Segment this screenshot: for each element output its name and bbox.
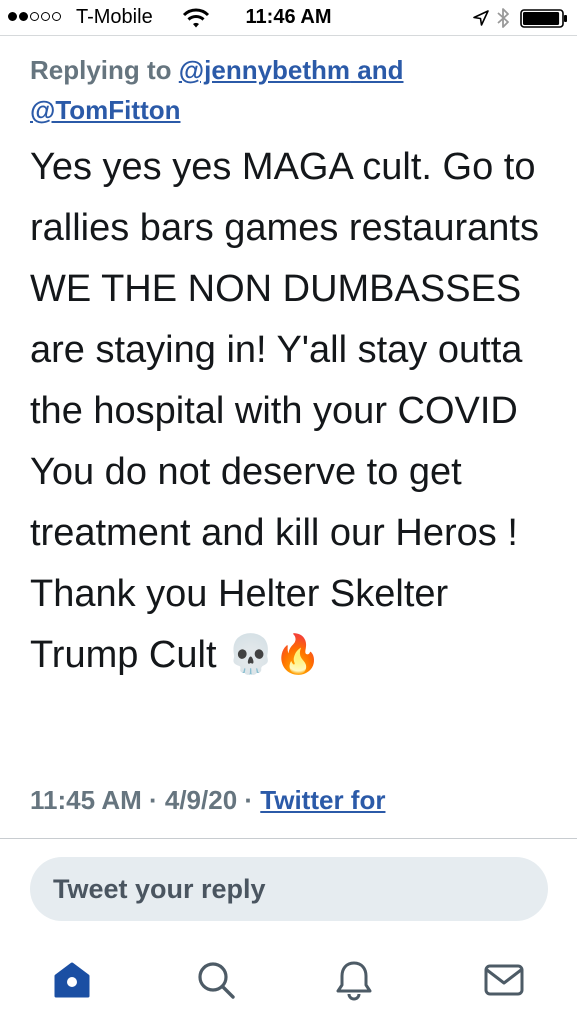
search-icon: [198, 962, 235, 999]
location-icon: [473, 10, 489, 26]
tweet-reply-input[interactable]: [30, 857, 548, 921]
tweet-text: Yes yes yes MAGA cult. Go to rallies bar…: [30, 146, 539, 676]
tweet-time: 11:45 AM: [30, 785, 142, 815]
tweet-meta: 11:45 AM · 4/9/20 · Twitter for iPhone: [30, 778, 550, 820]
status-bar: T-Mobile 11:46 AM: [0, 0, 577, 36]
tab-notifications[interactable]: [330, 956, 378, 1004]
notifications-icon: [336, 961, 372, 1001]
reply-bar: [0, 838, 577, 938]
tab-search[interactable]: [192, 956, 240, 1004]
bluetooth-icon: [497, 8, 509, 28]
messages-icon: [484, 964, 524, 996]
tweet-source-link-continued[interactable]: iPhone: [30, 814, 117, 820]
tab-home[interactable]: [48, 956, 96, 1004]
home-icon: [54, 962, 90, 998]
replying-to-line: Replying to @jennybethm and @TomFitton: [30, 50, 530, 130]
replying-prefix: Replying to: [30, 55, 179, 85]
tab-bar: [0, 938, 577, 1024]
reply-handle-tomfitton[interactable]: @TomFitton: [30, 95, 181, 125]
tweet-date: 4/9/20: [164, 785, 238, 815]
clock: 11:46 AM: [245, 6, 332, 28]
tab-messages[interactable]: [480, 956, 528, 1004]
battery-icon: [520, 9, 567, 28]
tweet-source-link[interactable]: Twitter for: [260, 785, 385, 815]
reply-handle-jennybethm[interactable]: @jennybethm and: [179, 55, 404, 85]
